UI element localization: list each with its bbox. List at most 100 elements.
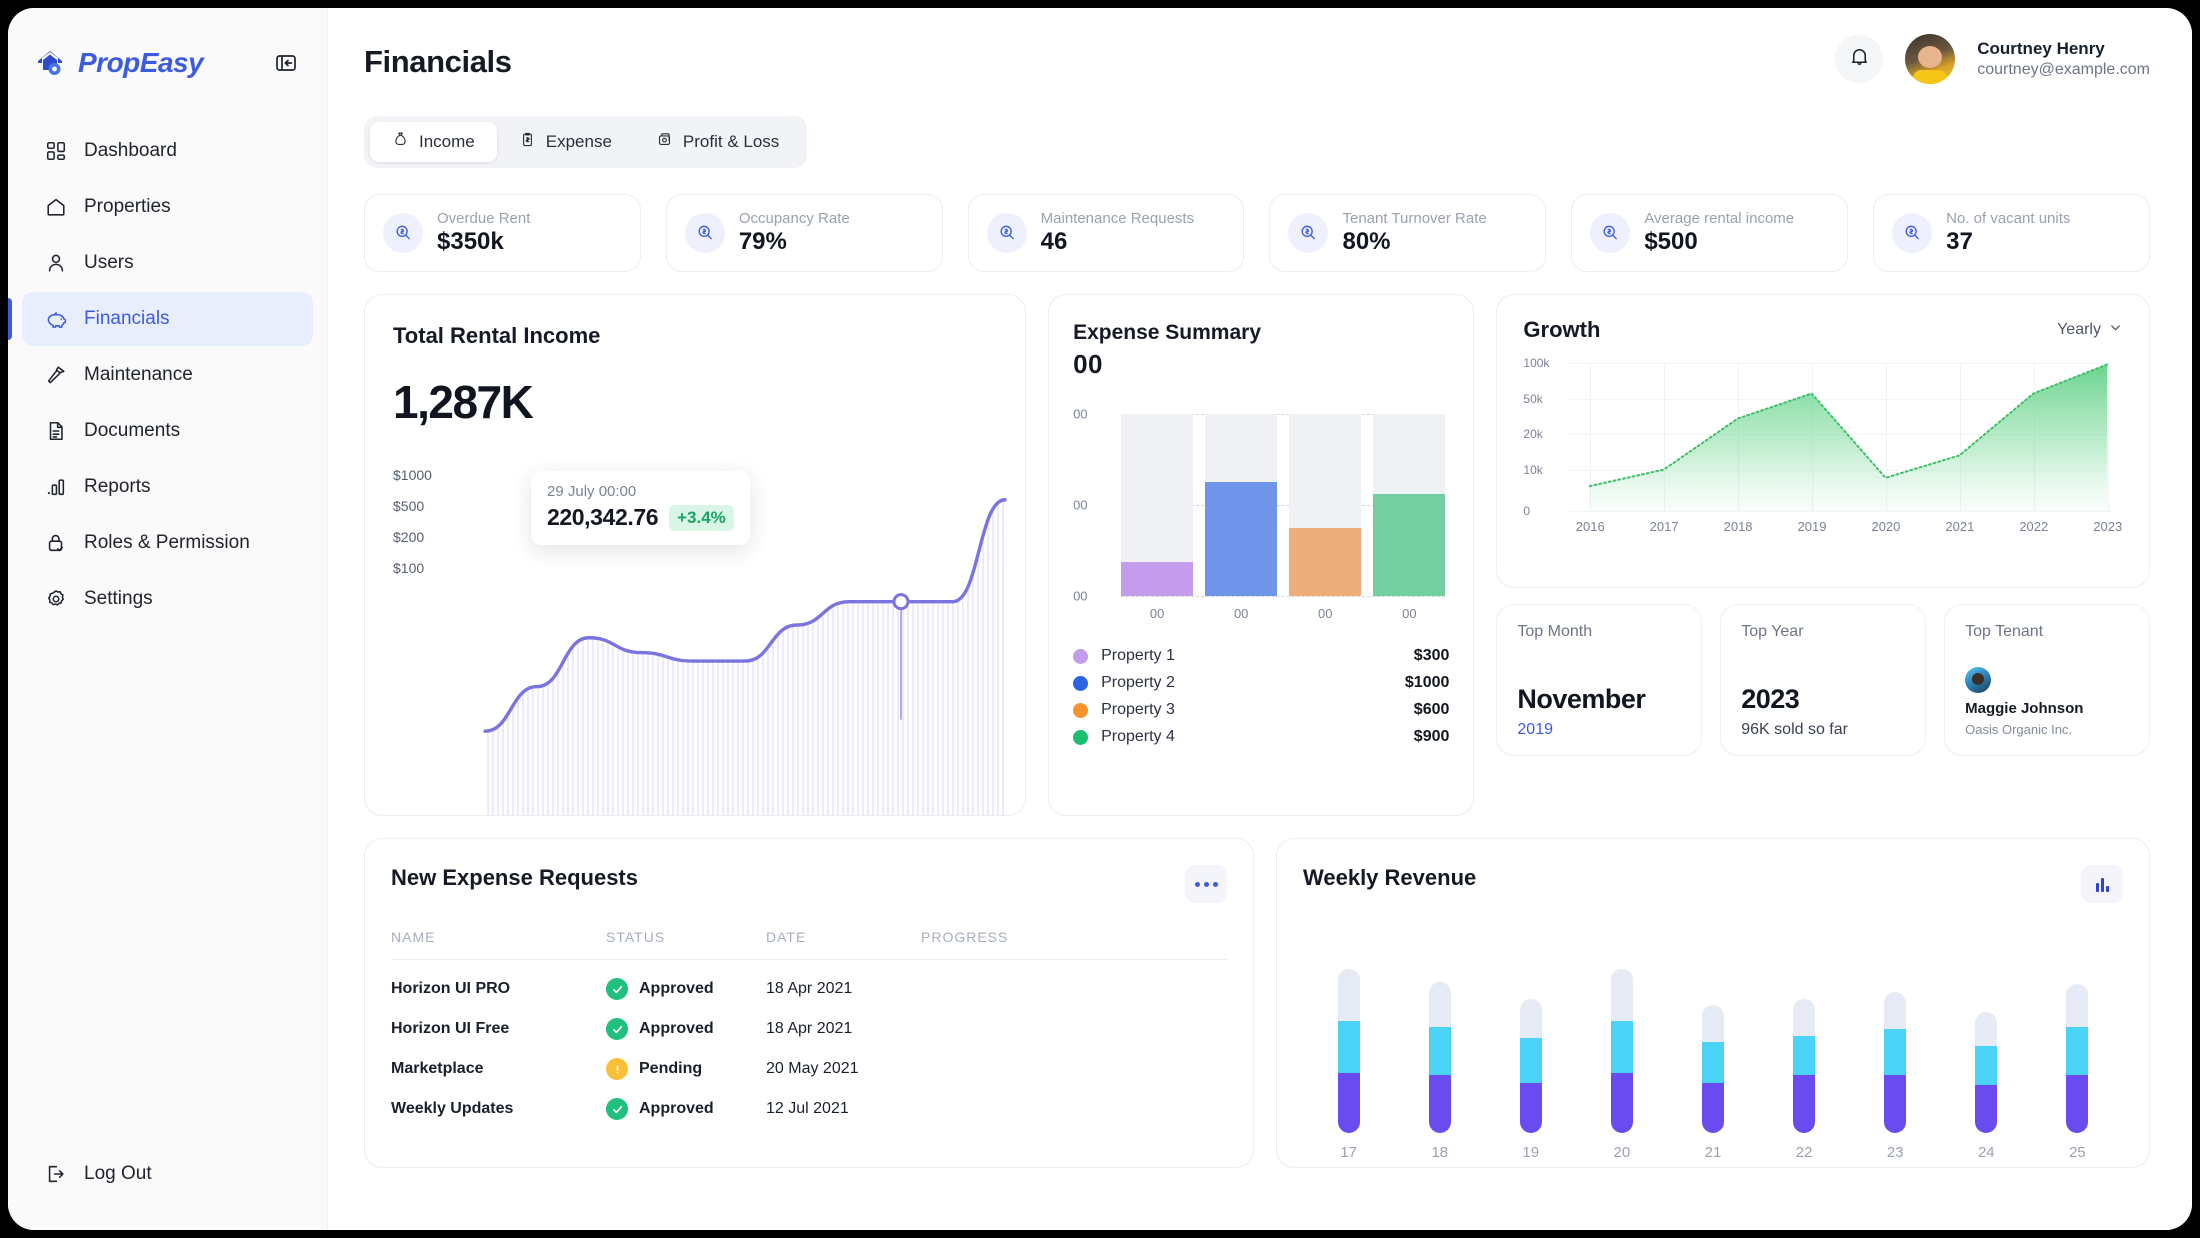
bar-segment [1793,1036,1816,1076]
bar-segment [2066,1075,2089,1133]
profit-loss-icon [656,131,673,153]
more-horizontal-icon[interactable] [1185,865,1227,903]
bar-segment [2066,1026,2089,1076]
topbar: Financials Courtney Henry courtney@examp… [328,8,2192,84]
bar-column[interactable] [1576,937,1667,1133]
sidebar-item-label: Roles & Permission [84,532,250,553]
sidebar-item-label: Dashboard [84,140,177,161]
bar-column[interactable] [1121,414,1194,596]
bar-column[interactable] [1205,414,1278,596]
sidebar-item-dashboard[interactable]: Dashboard [22,124,313,178]
avatar[interactable] [1905,34,1956,84]
kpi-card-occupancy-rate[interactable]: Occupancy Rate 79% [665,194,943,272]
topbar-right: Courtney Henry courtney@example.com [1835,34,2150,84]
bar-column[interactable] [1759,937,1850,1133]
bar-column[interactable] [1303,937,1394,1133]
bar-column[interactable] [1485,937,1576,1133]
x-tick-label: 00 [1233,606,1249,621]
sidebar-item-settings[interactable]: Settings [22,572,313,626]
bar-column[interactable] [1850,937,1941,1133]
legend-item: Property 4 $900 [1073,728,1449,746]
bar-column[interactable] [1667,937,1758,1133]
logout-button[interactable]: Log Out [44,1162,152,1186]
bar-column[interactable] [1373,414,1446,596]
bar-segment [1610,1073,1633,1133]
table-row[interactable]: Horizon UI Free Approved 18 Apr 2021 [391,1000,1227,1040]
bar-column[interactable] [2032,937,2123,1133]
y-tick-label: $1000 [393,467,432,483]
table-row[interactable]: Weekly Updates Approved 12 Jul 2021 [391,1080,1227,1120]
y-tick-label: $100 [393,560,425,576]
sidebar-item-documents[interactable]: Documents [22,404,313,458]
dollar-search-icon [383,213,423,253]
y-tick-label: 00 [1073,497,1088,513]
card-title: Growth [1523,317,1601,342]
sidebar-collapse-icon[interactable] [271,48,301,78]
kpi-card-vacant-units[interactable]: No. of vacant units 37 [1873,194,2150,272]
bar-segment [1428,1026,1451,1076]
x-tick-label: 2019 [1797,519,1827,534]
column-header-name: NAME [391,929,606,960]
x-tick-label: 00 [1402,606,1417,621]
weekly-revenue-x-axis: 17 18 19 20 21 22 23 24 25 [1303,1144,2123,1161]
kpi-label: Tenant Turnover Rate [1342,210,1487,227]
cell-date: 20 May 2021 [766,1060,859,1077]
x-tick-label: 24 [1977,1144,1995,1161]
x-tick-label: 23 [1886,1144,1904,1161]
kpi-value: $500 [1644,228,1698,255]
tab-income[interactable]: Income [370,122,497,162]
expense-summary-chart: 00 00 00 [1073,407,1446,604]
stacked-bar [2066,984,2089,1133]
main-content: Financials Courtney Henry courtney@examp… [328,8,2192,1230]
piggy-bank-icon [44,307,68,331]
top-month-card: Top Month November 2019 [1496,604,1703,756]
tab-label: Profit & Loss [682,132,780,151]
sidebar-item-maintenance[interactable]: Maintenance [22,348,313,402]
column-header-progress: PROGRESS [921,929,1227,960]
sidebar-item-label: Settings [84,588,153,609]
bar-segment [1793,999,1816,1037]
tooltip-date: 29 July 00:00 [547,483,637,500]
kpi-value: 46 [1040,228,1068,255]
user-info[interactable]: Courtney Henry courtney@example.com [1977,39,2150,79]
kpi-card-maintenance-requests[interactable]: Maintenance Requests 46 [967,194,1245,272]
kpi-card-overdue-rent[interactable]: Overdue Rent $350k [364,194,641,272]
expense-summary-card: Expense Summary 00 00 00 00 00 00 00 00 … [1048,294,1475,816]
sidebar-item-financials[interactable]: Financials [8,292,313,346]
expense-requests-table: NAME STATUS DATE PROGRESS Horizon UI PRO [391,929,1227,1120]
bar-column[interactable] [1289,414,1362,596]
check-circle-icon [606,1098,628,1120]
bar-column[interactable] [1941,937,2032,1133]
tab-expense[interactable]: Expense [497,122,634,162]
sidebar-item-users[interactable]: Users [22,236,313,290]
sidebar-item-properties[interactable]: Properties [22,180,313,234]
bar-segment [1610,1021,1633,1074]
top-year-value: 2023 [1741,684,1800,714]
bar-chart-icon[interactable] [2081,865,2123,903]
kpi-card-average-rental-income[interactable]: Average rental income $500 [1571,194,1849,272]
gear-icon [44,587,68,611]
sidebar-item-roles-permission[interactable]: Roles & Permission [22,516,313,570]
card-label: Top Month [1517,623,1593,640]
bar-segment [1701,1004,1724,1042]
y-tick-label: $200 [393,529,425,545]
column-header-status: STATUS [606,929,766,960]
stacked-bar [1793,999,1816,1133]
house-gear-icon [34,46,68,80]
sidebar-item-label: Maintenance [84,364,193,385]
y-tick-label: 50k [1523,391,1543,406]
notifications-button[interactable] [1835,35,1884,83]
table-row[interactable]: Horizon UI PRO Approved 18 Apr 2021 [391,960,1227,1000]
x-tick-label: 19 [1522,1144,1540,1161]
sidebar-item-reports[interactable]: Reports [22,460,313,514]
kpi-card-tenant-turnover-rate[interactable]: Tenant Turnover Rate 80% [1269,194,1547,272]
kpi-value: 79% [738,228,787,255]
table-row[interactable]: Marketplace Pending 20 May 2021 [391,1040,1227,1080]
bar-column[interactable] [1394,937,1485,1133]
cell-name: Horizon UI Free [391,1020,510,1037]
legend-value: $1000 [1404,674,1450,691]
x-tick-label: 17 [1340,1144,1357,1161]
tab-profit-loss[interactable]: Profit & Loss [634,122,801,162]
table-header-row: NAME STATUS DATE PROGRESS [391,929,1227,960]
growth-period-selector[interactable]: Yearly [2057,320,2123,340]
